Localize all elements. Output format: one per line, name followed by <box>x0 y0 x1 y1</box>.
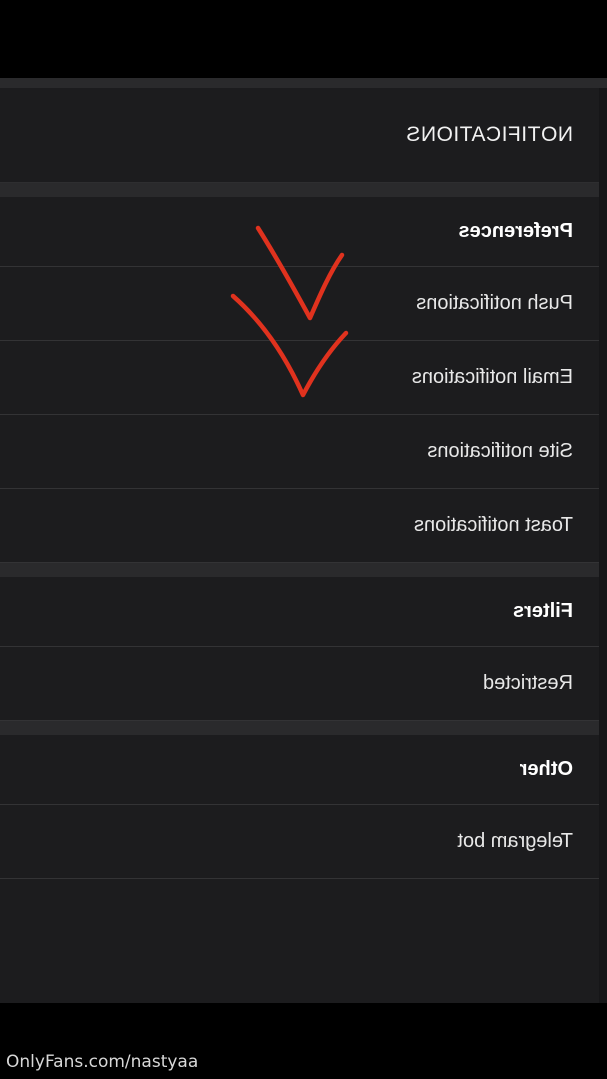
menu-item-email-notifications[interactable]: Email notifications <box>0 341 607 415</box>
menu-item-label: Email notifications <box>411 366 573 388</box>
section-heading-label: Other <box>519 758 573 780</box>
menu-item-label: Restricted <box>482 672 573 694</box>
section-heading-preferences: Preferences <box>0 197 607 267</box>
section-divider <box>0 183 607 197</box>
section-heading-other: Other <box>0 735 607 805</box>
section-divider <box>0 563 607 577</box>
menu-item-push-notifications[interactable]: Push notifications <box>0 267 607 341</box>
menu-item-label: Push notifications <box>416 292 573 314</box>
menu-item-label: Toast notifications <box>414 514 573 536</box>
page-title: NOTIFICATIONS <box>405 123 573 146</box>
menu-item-toast-notifications[interactable]: Toast notifications <box>0 489 607 563</box>
menu-item-restricted[interactable]: Restricted <box>0 647 607 721</box>
mirrored-view: NOTIFICATIONS Preferences Push notificat… <box>0 0 607 1079</box>
screen: NOTIFICATIONS Preferences Push notificat… <box>0 0 607 1079</box>
panel-header: NOTIFICATIONS <box>0 88 607 183</box>
menu-item-site-notifications[interactable]: Site notifications <box>0 415 607 489</box>
section-heading-label: Filters <box>512 600 573 622</box>
panel-edge <box>599 88 607 1003</box>
menu-item-label: Site notifications <box>427 440 573 462</box>
section-divider <box>0 721 607 735</box>
menu-item-label: Telegram bot <box>457 830 573 852</box>
menu-item-telegram-bot[interactable]: Telegram bot <box>0 805 607 879</box>
watermark-text: OnlyFans.com/nastyaa <box>6 1052 199 1072</box>
notifications-panel: NOTIFICATIONS Preferences Push notificat… <box>0 78 607 1003</box>
section-heading-filters: Filters <box>0 577 607 647</box>
section-heading-label: Preferences <box>458 220 573 242</box>
